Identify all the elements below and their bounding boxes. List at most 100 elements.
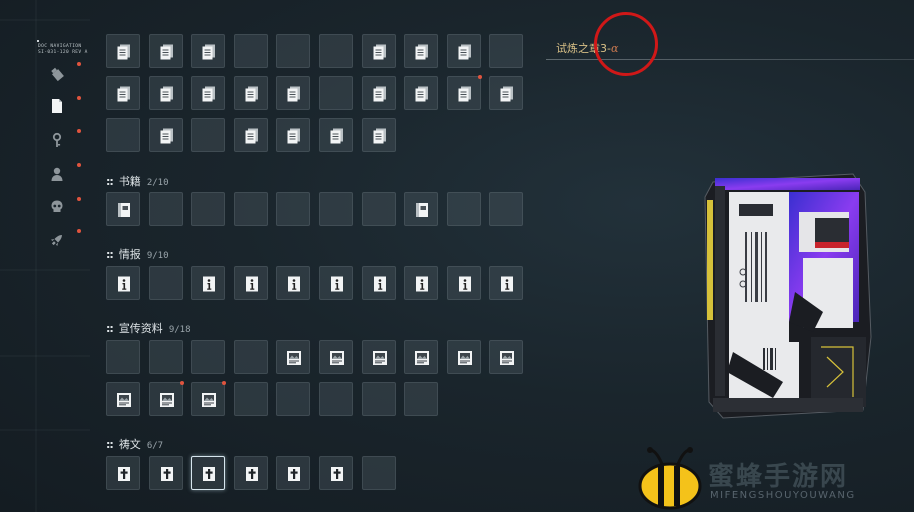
prayer-slot-cross[interactable] bbox=[191, 456, 226, 490]
documents-slot-doc[interactable] bbox=[404, 76, 439, 110]
books-slot-empty[interactable] bbox=[361, 192, 396, 226]
nav-header: DOC NAVIGATION SI-031-120 REV A bbox=[38, 44, 88, 56]
documents-slot-empty[interactable] bbox=[489, 34, 524, 68]
documents-slot-doc[interactable] bbox=[191, 34, 226, 68]
books-slot-empty[interactable] bbox=[446, 192, 481, 226]
nav-item-documents[interactable] bbox=[47, 96, 67, 116]
section-title-intel: :: 情报 9/10 bbox=[106, 248, 169, 261]
prayer-slot-cross[interactable] bbox=[148, 456, 183, 490]
promo-slot-empty[interactable] bbox=[233, 382, 268, 416]
books-slot-empty[interactable] bbox=[148, 192, 183, 226]
books-slot-empty[interactable] bbox=[319, 192, 353, 226]
documents-slot-empty[interactable] bbox=[319, 34, 353, 68]
image-icon bbox=[158, 391, 176, 409]
promo-slot-image[interactable] bbox=[446, 340, 481, 374]
bee-icon bbox=[638, 447, 702, 510]
documents-slot-doc[interactable] bbox=[191, 76, 226, 110]
documents-slot-doc[interactable] bbox=[148, 76, 183, 110]
documents-slot-doc[interactable] bbox=[106, 76, 140, 110]
documents-slot-doc[interactable] bbox=[446, 34, 481, 68]
promo-slot-image[interactable] bbox=[319, 340, 353, 374]
documents-slot-doc[interactable] bbox=[233, 118, 268, 152]
promo-slot-empty[interactable] bbox=[404, 382, 439, 416]
documents-slot-doc[interactable] bbox=[361, 118, 396, 152]
document-icon bbox=[328, 127, 346, 145]
documents-slot-doc[interactable] bbox=[148, 34, 183, 68]
intel-slot-info[interactable] bbox=[319, 266, 353, 300]
skull-icon bbox=[51, 200, 63, 212]
promo-slot-empty[interactable] bbox=[276, 382, 311, 416]
documents-slot-doc[interactable] bbox=[276, 118, 311, 152]
documents-slot-doc[interactable] bbox=[361, 34, 396, 68]
nav-item-characters[interactable] bbox=[47, 164, 67, 184]
documents-slot-doc[interactable] bbox=[148, 118, 183, 152]
documents-slot-doc[interactable] bbox=[233, 76, 268, 110]
prayer-slot-cross[interactable] bbox=[233, 456, 268, 490]
intel-slot-info[interactable] bbox=[489, 266, 524, 300]
documents-slot-doc[interactable] bbox=[106, 34, 140, 68]
prayer-slot-empty[interactable] bbox=[361, 456, 396, 490]
nav-item-usb[interactable] bbox=[47, 64, 67, 84]
intel-slot-empty[interactable] bbox=[148, 266, 183, 300]
prayer-slot-cross[interactable] bbox=[319, 456, 353, 490]
nav-item-misc[interactable] bbox=[47, 230, 67, 250]
intel-slot-info[interactable] bbox=[361, 266, 396, 300]
image-icon bbox=[371, 349, 389, 367]
documents-slot-doc[interactable] bbox=[489, 76, 524, 110]
document-icon bbox=[115, 43, 133, 61]
promo-slot-empty[interactable] bbox=[191, 340, 226, 374]
nav-item-keys[interactable] bbox=[47, 130, 67, 150]
intel-slot-info[interactable] bbox=[404, 266, 439, 300]
cross-icon bbox=[200, 465, 218, 483]
documents-slot-empty[interactable] bbox=[319, 76, 353, 110]
prayer-slot-cross[interactable] bbox=[276, 456, 311, 490]
promo-slot-empty[interactable] bbox=[233, 340, 268, 374]
document-icon bbox=[413, 85, 431, 103]
documents-slot-empty[interactable] bbox=[233, 34, 268, 68]
books-slot-empty[interactable] bbox=[233, 192, 268, 226]
red-circle-annotation bbox=[594, 12, 658, 76]
info-icon bbox=[456, 275, 474, 293]
documents-slot-empty[interactable] bbox=[106, 118, 140, 152]
promo-slot-image[interactable] bbox=[361, 340, 396, 374]
intel-slot-info[interactable] bbox=[106, 266, 140, 300]
image-icon bbox=[200, 391, 218, 409]
intel-slot-info[interactable] bbox=[191, 266, 226, 300]
books-slot-book[interactable] bbox=[106, 192, 140, 226]
promo-slot-image[interactable] bbox=[148, 381, 184, 416]
documents-slot-doc[interactable] bbox=[404, 34, 439, 68]
usb-drive-icon bbox=[51, 67, 64, 82]
books-slot-empty[interactable] bbox=[489, 192, 524, 226]
document-icon bbox=[413, 43, 431, 61]
prayer-slot-cross[interactable] bbox=[106, 456, 140, 490]
promo-slot-image[interactable] bbox=[276, 340, 311, 374]
books-slot-empty[interactable] bbox=[191, 192, 226, 226]
documents-slot-empty[interactable] bbox=[191, 118, 226, 152]
promo-slot-empty[interactable] bbox=[361, 382, 396, 416]
nav-item-enemies[interactable] bbox=[47, 197, 67, 217]
document-icon bbox=[498, 85, 516, 103]
promo-slot-empty[interactable] bbox=[106, 340, 140, 374]
documents-slot-empty[interactable] bbox=[276, 34, 311, 68]
intel-slot-info[interactable] bbox=[276, 266, 311, 300]
promo-slot-empty[interactable] bbox=[148, 340, 183, 374]
books-slot-empty[interactable] bbox=[276, 192, 311, 226]
intel-slot-info[interactable] bbox=[233, 266, 268, 300]
promo-slot-image[interactable] bbox=[404, 340, 439, 374]
image-icon bbox=[328, 349, 346, 367]
documents-slot-doc[interactable] bbox=[276, 76, 311, 110]
image-icon bbox=[285, 349, 303, 367]
section-count: 9/18 bbox=[168, 325, 191, 335]
books-slot-book[interactable] bbox=[404, 192, 439, 226]
documents-slot-doc[interactable] bbox=[319, 118, 353, 152]
section-title-text: 情报 bbox=[118, 248, 141, 261]
promo-slot-empty[interactable] bbox=[319, 382, 353, 416]
promo-slot-image[interactable] bbox=[106, 382, 140, 416]
intel-slot-info[interactable] bbox=[446, 266, 481, 300]
documents-slot-doc[interactable] bbox=[446, 75, 482, 110]
promo-slot-image[interactable] bbox=[191, 381, 227, 416]
cross-icon bbox=[285, 465, 303, 483]
documents-slot-doc[interactable] bbox=[361, 76, 396, 110]
promo-slot-image[interactable] bbox=[489, 340, 524, 374]
cross-icon bbox=[158, 465, 176, 483]
